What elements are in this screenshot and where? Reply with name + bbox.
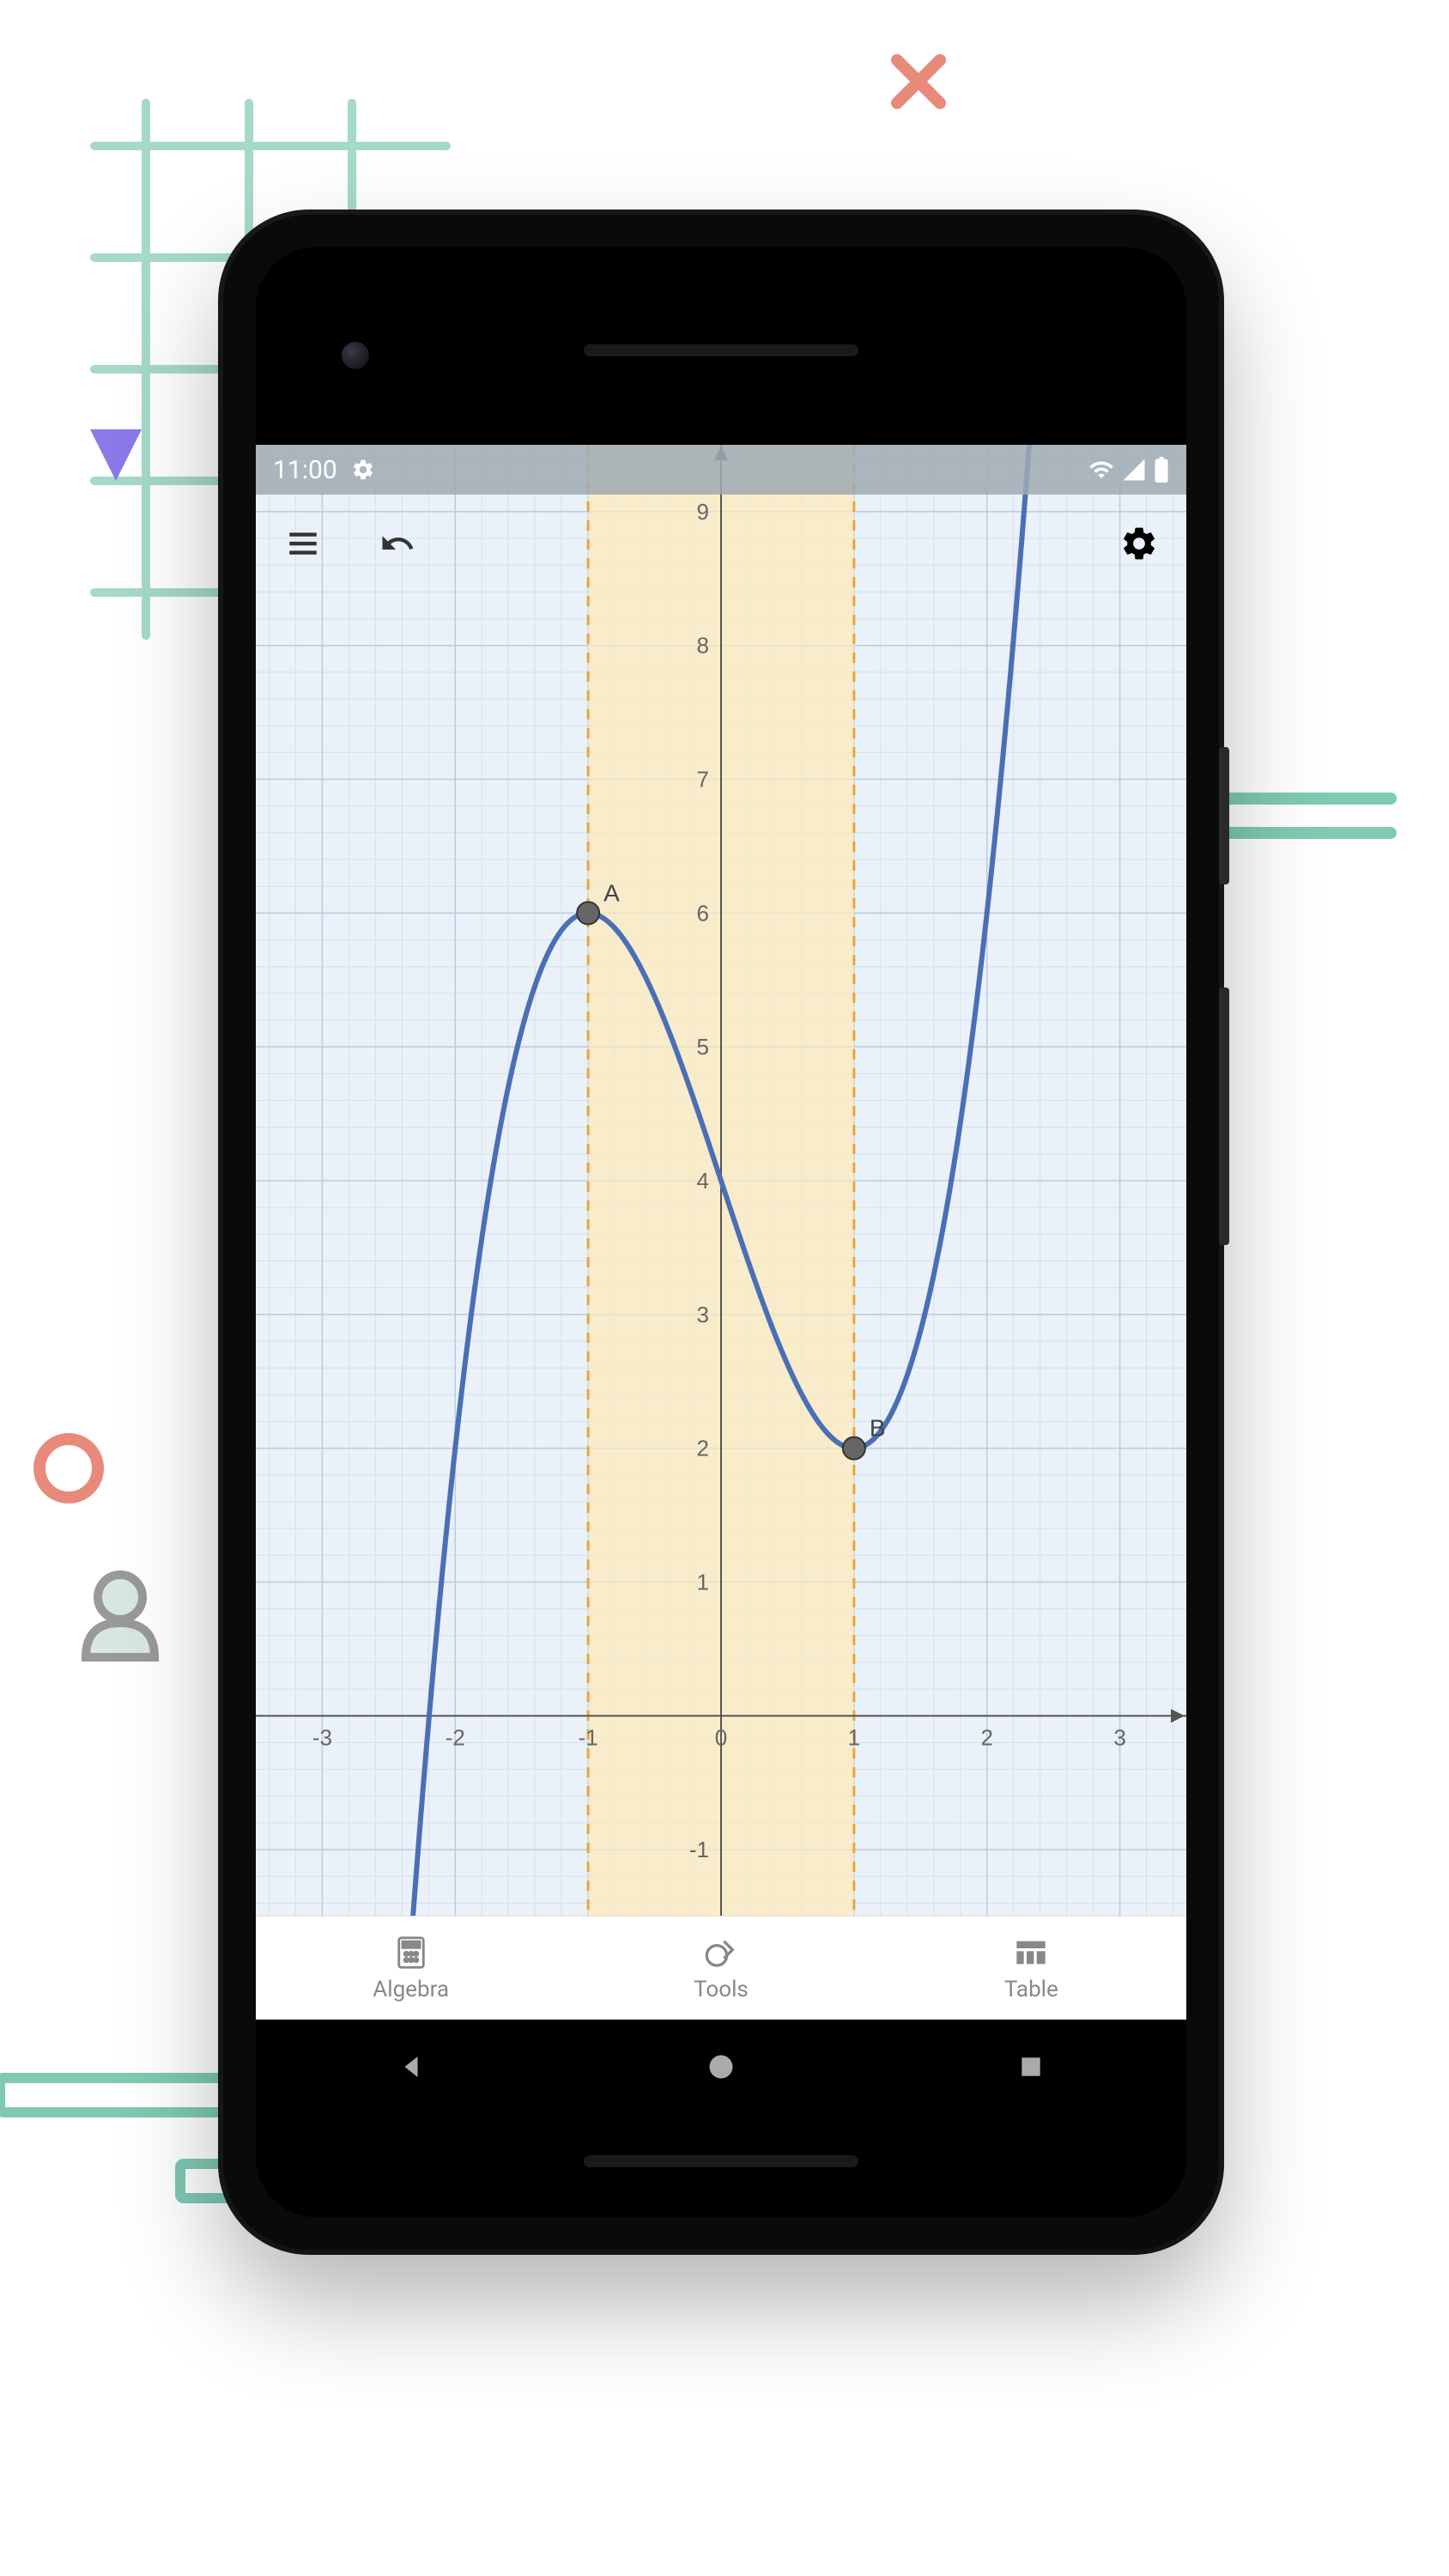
svg-text:-1: -1 xyxy=(689,1837,709,1862)
phone-power-button xyxy=(1219,747,1229,884)
tab-label: Table xyxy=(1004,1977,1058,2002)
calculator-icon xyxy=(392,1934,430,1971)
svg-text:-2: -2 xyxy=(446,1724,465,1750)
svg-text:-1: -1 xyxy=(579,1724,598,1750)
svg-text:-3: -3 xyxy=(312,1724,332,1750)
earpiece-speaker xyxy=(584,344,858,356)
status-time: 11:00 xyxy=(273,455,337,485)
svg-text:2: 2 xyxy=(697,1436,709,1461)
svg-text:6: 6 xyxy=(697,900,709,926)
phone-bezel: -3-2-10123-1123456789AB 11:00 xyxy=(256,247,1186,2217)
svg-text:7: 7 xyxy=(697,767,709,793)
svg-text:A: A xyxy=(603,879,620,906)
phone-top-bezel xyxy=(256,247,1186,445)
table-icon xyxy=(1012,1934,1050,1971)
svg-text:3: 3 xyxy=(697,1302,709,1327)
svg-text:1: 1 xyxy=(848,1724,860,1750)
status-settings-icon xyxy=(351,458,375,482)
graph-svg: -3-2-10123-1123456789AB xyxy=(256,445,1186,1917)
menu-button[interactable] xyxy=(282,522,324,565)
front-camera xyxy=(342,342,369,369)
tab-label: Tools xyxy=(694,1977,749,2002)
undo-button[interactable] xyxy=(376,522,419,565)
tools-icon xyxy=(702,1934,740,1971)
svg-text:B: B xyxy=(870,1415,886,1442)
bottom-tab-bar: Algebra Tools Table xyxy=(256,1916,1186,2020)
phone-volume-button xyxy=(1219,987,1229,1245)
svg-text:8: 8 xyxy=(697,633,709,659)
tab-algebra[interactable]: Algebra xyxy=(256,1917,566,2020)
svg-text:1: 1 xyxy=(697,1569,709,1595)
battery-icon xyxy=(1154,457,1169,483)
svg-text:3: 3 xyxy=(1113,1724,1125,1750)
phone-bottom-bezel xyxy=(256,2020,1186,2217)
signal-icon xyxy=(1121,457,1147,483)
phone-frame: -3-2-10123-1123456789AB 11:00 xyxy=(223,215,1219,2250)
settings-button[interactable] xyxy=(1118,522,1161,565)
tab-tools[interactable]: Tools xyxy=(566,1917,876,2020)
nav-back-button[interactable] xyxy=(392,2048,430,2086)
wifi-icon xyxy=(1088,457,1114,483)
status-bar: 11:00 xyxy=(256,445,1186,495)
graph-canvas[interactable]: -3-2-10123-1123456789AB xyxy=(256,445,1186,1917)
tab-table[interactable]: Table xyxy=(876,1917,1186,2020)
svg-text:4: 4 xyxy=(697,1168,709,1194)
phone-screen: -3-2-10123-1123456789AB 11:00 xyxy=(256,445,1186,2020)
bottom-speaker xyxy=(584,2155,858,2167)
nav-recent-button[interactable] xyxy=(1012,2048,1050,2086)
svg-text:0: 0 xyxy=(715,1724,727,1750)
android-nav-bar xyxy=(256,2020,1186,2114)
svg-text:5: 5 xyxy=(697,1034,709,1060)
tab-label: Algebra xyxy=(373,1977,449,2002)
nav-home-button[interactable] xyxy=(702,2048,740,2086)
svg-text:2: 2 xyxy=(980,1724,992,1750)
app-toolbar xyxy=(256,505,1186,582)
